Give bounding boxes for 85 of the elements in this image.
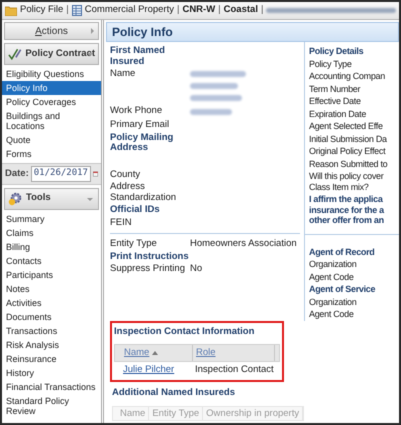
blurred-text xyxy=(190,95,242,101)
contact-link[interactable]: Julie Pilcher xyxy=(120,362,192,378)
nav-item[interactable]: Billing xyxy=(2,240,101,254)
blurred-text xyxy=(190,71,246,77)
nav-item[interactable]: Documents xyxy=(2,310,101,324)
field-label: Work Phone xyxy=(110,106,164,118)
section-heading: I affirm the applica insurance for the a other offer from an xyxy=(309,193,386,226)
separator: | xyxy=(176,3,180,18)
blurred-text xyxy=(190,109,232,115)
panel-header: Policy Info xyxy=(106,22,399,42)
section-heading: Inspection Contact Information xyxy=(114,324,256,338)
field-value: Homeowners Association xyxy=(190,239,297,250)
field-label: County xyxy=(110,170,142,180)
column-header: Entity Type xyxy=(149,406,204,420)
nav-item[interactable]: Financial Transactions xyxy=(2,380,101,394)
nav-item[interactable]: Forms xyxy=(2,147,101,161)
breadcrumb-link[interactable]: Coastal xyxy=(224,3,258,18)
field-label: Primary Email xyxy=(110,120,170,130)
field-label: Policy Type xyxy=(309,58,353,70)
actions-button[interactable]: Actions xyxy=(4,22,99,40)
column-header: Name xyxy=(117,406,150,420)
field-label: Agent Code xyxy=(309,270,355,283)
folder-icon xyxy=(5,6,17,16)
field-label: FEIN xyxy=(110,218,133,228)
field-label: Agent Selected Effe xyxy=(309,120,384,132)
section-heading: Agent of Record xyxy=(309,246,376,258)
separator: | xyxy=(66,3,69,18)
nav-item[interactable]: Summary xyxy=(2,212,101,226)
nav-item[interactable]: Policy Coverages xyxy=(2,95,101,109)
nav-item[interactable]: Policy Info xyxy=(2,81,101,95)
field-label: Effective Date xyxy=(309,95,362,108)
field-label: Address Standardization xyxy=(110,182,178,203)
section-header[interactable]: Tools xyxy=(4,188,99,210)
field-value: No xyxy=(190,264,202,274)
field-label: Term Number xyxy=(309,82,362,95)
field-label: Expiration Date xyxy=(309,108,368,120)
gear-icon xyxy=(8,192,23,206)
section-heading: Print Instructions xyxy=(110,250,190,263)
breadcrumb-link[interactable]: Commercial Property xyxy=(84,3,174,18)
nav-item[interactable]: Reinsurance xyxy=(2,352,101,366)
nav-item[interactable]: Eligibility Questions xyxy=(2,67,101,81)
field-label: Agent Code xyxy=(309,308,355,320)
field-label: Organization xyxy=(309,296,358,308)
field-label: Reason Submitted to xyxy=(309,158,388,170)
nav-item[interactable]: History xyxy=(2,366,101,380)
section-header[interactable]: Policy Contract xyxy=(4,43,99,65)
section-title: Policy Contract xyxy=(25,46,95,61)
pen-check-icon xyxy=(8,47,22,61)
grid-icon xyxy=(72,5,82,16)
breadcrumb-link[interactable]: Policy File xyxy=(20,3,64,18)
field-label: Organization xyxy=(309,258,358,270)
section-title: Tools xyxy=(26,191,51,206)
field-label: Initial Submission Da xyxy=(309,132,388,145)
table-cell-text: Inspection Contact xyxy=(194,363,275,377)
calendar-icon[interactable] xyxy=(92,168,98,179)
field-label: Accounting Compan xyxy=(309,70,386,82)
nav-item[interactable]: Buildings and Locations xyxy=(2,109,101,133)
section-heading: Additional Named Insureds xyxy=(112,386,236,400)
nav-item[interactable]: Transactions xyxy=(2,324,101,338)
field-label: Suppress Printing xyxy=(110,264,186,274)
field-label: Original Policy Effect xyxy=(309,145,386,158)
separator: | xyxy=(260,3,264,18)
field-label: Entity Type xyxy=(110,239,158,250)
column-header: Ownership in property xyxy=(203,406,304,420)
section-heading: Policy Mailing Address xyxy=(110,132,174,154)
nav-item[interactable]: Quote xyxy=(2,133,101,147)
breadcrumb-link[interactable]: CNR-W xyxy=(182,3,216,18)
nav-item[interactable]: Claims xyxy=(2,226,101,240)
field-label: Name xyxy=(110,69,136,81)
section-heading: First Named Insured xyxy=(110,45,166,68)
nav-item[interactable]: Participants xyxy=(2,268,101,282)
field-label: Will this policy cover Class Item mix? xyxy=(309,170,384,193)
nav-item[interactable]: Risk Analysis xyxy=(2,338,101,352)
nav-item[interactable]: Notes xyxy=(2,282,101,296)
nav-item[interactable]: Activities xyxy=(2,296,101,310)
blurred-text xyxy=(190,83,238,89)
section-heading: Official IDs xyxy=(110,204,161,216)
sort-icon xyxy=(152,350,158,355)
date-label: Date: xyxy=(5,166,29,181)
nav-item[interactable]: Standard Policy Review xyxy=(2,394,101,418)
section-heading: Agent of Service xyxy=(309,283,376,296)
date-field[interactable]: 01/26/2017 xyxy=(30,166,91,182)
section-heading: Policy Details xyxy=(309,45,364,58)
separator: | xyxy=(218,3,221,18)
nav-item[interactable]: Contacts xyxy=(2,254,101,268)
